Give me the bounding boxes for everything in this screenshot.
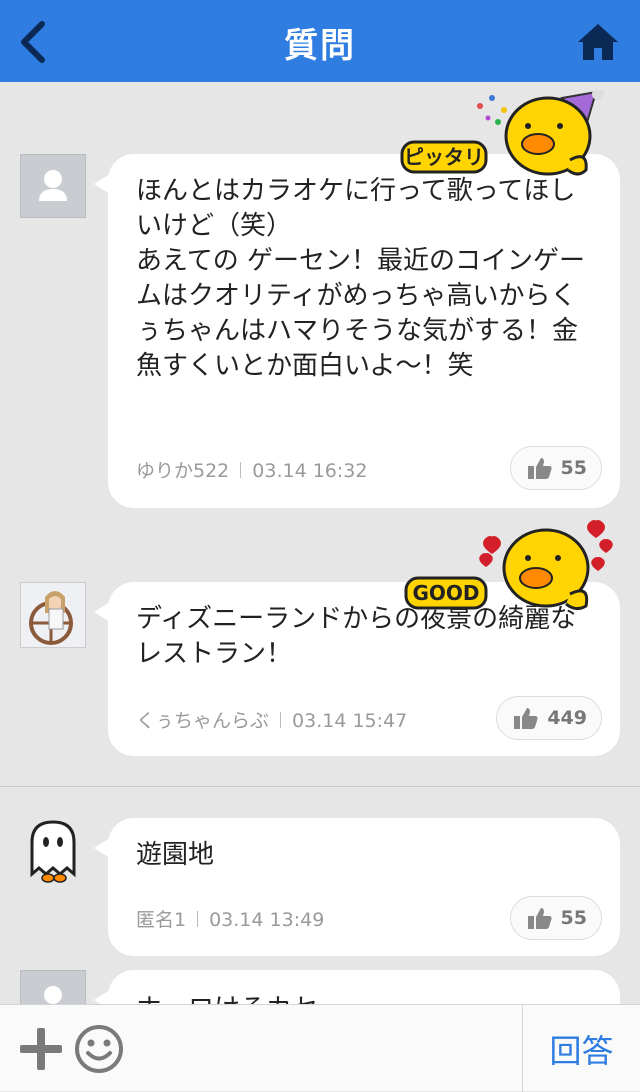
post-date: 03.14 15:47 — [292, 710, 408, 732]
thumbs-up-icon — [527, 458, 552, 479]
section-divider — [0, 786, 640, 787]
home-icon[interactable] — [576, 22, 620, 62]
answer-meta: くぅちゃんらぶ 03.14 15:47 — [136, 706, 407, 733]
person-placeholder-icon — [44, 986, 62, 1004]
like-count: 449 — [547, 707, 587, 729]
like-button[interactable]: 55 — [509, 446, 602, 490]
person-placeholder-icon — [39, 170, 67, 201]
avatar[interactable] — [20, 818, 86, 884]
like-button[interactable]: 449 — [496, 696, 602, 740]
avatar[interactable] — [20, 582, 86, 648]
answer-button[interactable]: 回答 — [523, 1005, 640, 1092]
like-button[interactable]: 55 — [509, 896, 602, 940]
meta-divider — [240, 462, 242, 478]
answer-paragraph: ホ…ロけるカセ — [136, 992, 596, 1004]
meta-divider — [197, 911, 199, 927]
author-name[interactable]: くぅちゃんらぶ — [136, 710, 269, 732]
answer-bubble: ホ…ロけるカセ — [94, 970, 620, 1004]
like-count: 55 — [560, 907, 587, 929]
thumbs-up-icon — [527, 908, 552, 929]
header-bar: 質問 — [0, 0, 640, 82]
duck-sticker: GOOD — [404, 518, 624, 618]
ghost-avatar-icon — [30, 820, 76, 883]
like-count: 55 — [560, 457, 587, 479]
smiley-icon[interactable] — [74, 1024, 124, 1074]
answer-meta: 匿名1 03.14 13:49 — [136, 905, 324, 932]
page-title: 質問 — [284, 26, 356, 66]
sticker-text: GOOD — [412, 581, 479, 605]
answer-meta: ゆりか522 03.14 16:32 — [136, 456, 367, 483]
answer-paragraph: 遊園地 — [136, 840, 215, 870]
duck-sticker: ピッタリ — [400, 88, 620, 190]
avatar[interactable] — [20, 154, 86, 218]
plus-icon[interactable] — [18, 1026, 64, 1072]
thumbs-up-icon — [514, 708, 538, 729]
sticker-text: ピッタリ — [404, 145, 484, 169]
answer-text: ほんとはカラオケに行って歌ってほしいけど（笑） あえての ゲーセン！最近のコイン… — [136, 174, 596, 384]
answer-text: ホ…ロけるカセ — [136, 992, 596, 1004]
author-name[interactable]: ゆりか522 — [136, 460, 229, 482]
meta-divider — [280, 712, 282, 728]
post-date: 03.14 13:49 — [209, 909, 325, 931]
post-date: 03.14 16:32 — [252, 460, 368, 482]
user-photo — [21, 583, 85, 647]
avatar[interactable] — [20, 970, 86, 1004]
answer-text: 遊園地 — [136, 838, 596, 873]
answer-paragraph: あえての ゲーセン！最近のコインゲームはクオリティがめっちゃ高いからくぅちゃんは… — [136, 246, 585, 381]
answer-list[interactable]: ほんとはカラオケに行って歌ってほしいけど（笑） あえての ゲーセン！最近のコイン… — [0, 82, 640, 1004]
bottom-input-bar: 回答 — [0, 1004, 640, 1092]
author-name[interactable]: 匿名1 — [136, 909, 186, 931]
